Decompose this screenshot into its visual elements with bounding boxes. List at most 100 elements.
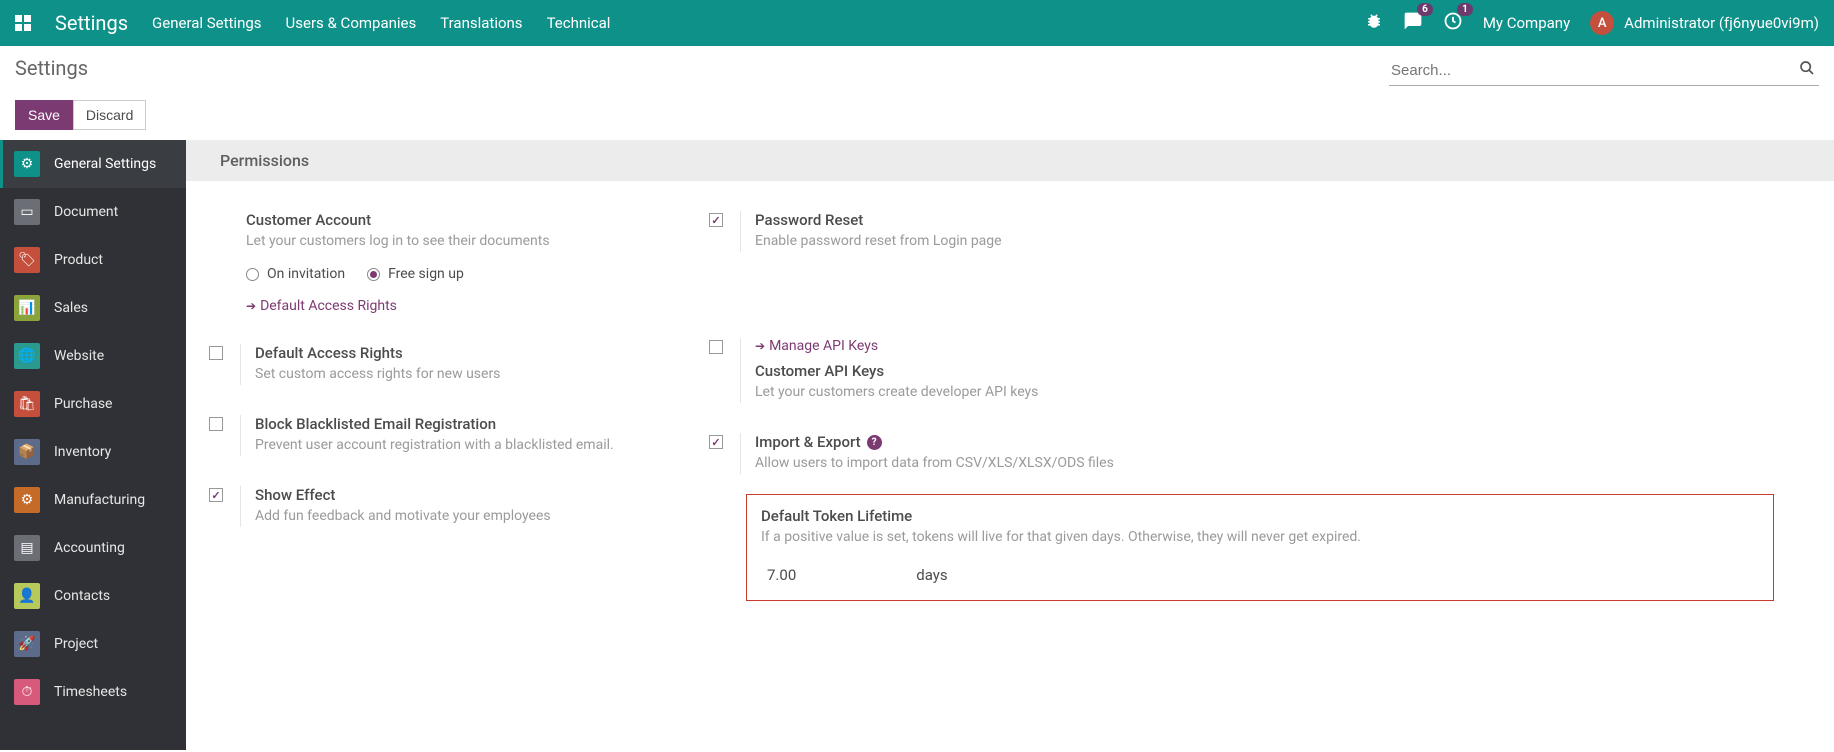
clock-icon: ⏱ [14, 679, 40, 705]
gear-icon: ⚙ [14, 151, 40, 177]
sidebar-item-manufacturing[interactable]: ⚙ Manufacturing [0, 476, 186, 524]
rocket-icon: 🚀 [14, 631, 40, 657]
help-icon[interactable]: ? [867, 435, 882, 450]
token-lifetime-value[interactable]: 7.00 [767, 566, 796, 584]
sidebar-item-label: Purchase [54, 396, 112, 412]
sidebar-item-label: Timesheets [54, 684, 127, 700]
app-brand[interactable]: Settings [55, 11, 128, 35]
user-label: Administrator (fj6nyue0vi9m) [1624, 14, 1819, 32]
sidebar-item-timesheets[interactable]: ⏱ Timesheets [0, 668, 186, 716]
page-title: Settings [15, 56, 88, 80]
sidebar-item-label: Website [54, 348, 104, 364]
sidebar-item-website[interactable]: 🌐 Website [0, 332, 186, 380]
checkbox-block-blacklisted[interactable] [209, 417, 223, 431]
sidebar-item-accounting[interactable]: ▤ Accounting [0, 524, 186, 572]
setting-title: Default Access Rights [255, 344, 666, 362]
setting-title: Customer Account [246, 211, 666, 229]
arrow-right-icon: ➔ [755, 339, 765, 353]
sidebar-item-label: Manufacturing [54, 492, 145, 508]
sidebar-item-label: Product [54, 252, 103, 268]
nav-general-settings[interactable]: General Settings [152, 14, 262, 32]
user-menu[interactable]: A Administrator (fj6nyue0vi9m) [1590, 11, 1819, 35]
setting-desc: Set custom access rights for new users [255, 364, 666, 385]
checkbox-password-reset[interactable] [709, 213, 723, 227]
section-header: Permissions [186, 140, 1834, 181]
checkbox-show-effect[interactable] [209, 488, 223, 502]
radio-icon [367, 268, 380, 281]
sidebar-item-label: General Settings [54, 156, 156, 172]
sidebar-item-label: Sales [54, 300, 88, 316]
sidebar-item-general-settings[interactable]: ⚙ General Settings [0, 140, 186, 188]
setting-desc: Allow users to import data from CSV/XLS/… [755, 453, 1814, 474]
radio-icon [246, 268, 259, 281]
sidebar-item-label: Inventory [54, 444, 111, 460]
setting-title: Default Token Lifetime [761, 507, 1759, 525]
token-lifetime-box: Default Token Lifetime If a positive val… [746, 494, 1774, 601]
nav-technical[interactable]: Technical [547, 14, 611, 32]
sidebar-item-project[interactable]: 🚀 Project [0, 620, 186, 668]
link-manage-api-keys[interactable]: ➔Manage API Keys [755, 338, 878, 354]
sidebar-item-purchase[interactable]: 🛍 Purchase [0, 380, 186, 428]
sidebar-item-label: Project [54, 636, 98, 652]
apps-icon[interactable] [15, 15, 31, 31]
navbar: Settings General Settings Users & Compan… [0, 0, 1834, 46]
setting-show-effect: Show Effect Add fun feedback and motivat… [186, 474, 686, 545]
chart-icon: 📊 [14, 295, 40, 321]
arrow-right-icon: ➔ [246, 299, 256, 313]
messages-badge: 6 [1417, 3, 1433, 16]
sidebar-item-inventory[interactable]: 📦 Inventory [0, 428, 186, 476]
radio-on-invitation[interactable]: On invitation [246, 266, 345, 282]
control-panel: Settings Save Discard [0, 46, 1834, 130]
setting-block-blacklisted: Block Blacklisted Email Registration Pre… [186, 403, 686, 474]
setting-api-keys: ➔Manage API Keys Customer API Keys Let y… [686, 326, 1834, 421]
wrench-icon: ⚙ [14, 487, 40, 513]
messages-icon[interactable]: 6 [1403, 11, 1423, 36]
company-selector[interactable]: My Company [1483, 14, 1570, 32]
table-icon: ▤ [14, 535, 40, 561]
token-lifetime-unit: days [916, 566, 947, 584]
search-icon[interactable] [1799, 60, 1815, 80]
nav-translations[interactable]: Translations [440, 14, 522, 32]
setting-title: Show Effect [255, 486, 666, 504]
checkbox-default-access[interactable] [209, 346, 223, 360]
setting-customer-account: Customer Account Let your customers log … [186, 199, 686, 332]
setting-import-export: Import & Export? Allow users to import d… [686, 421, 1834, 492]
setting-desc: If a positive value is set, tokens will … [761, 527, 1759, 548]
setting-title: Block Blacklisted Email Registration [255, 415, 666, 433]
tag-icon: 🏷 [14, 247, 40, 273]
activities-badge: 1 [1457, 3, 1473, 16]
setting-desc: Prevent user account registration with a… [255, 435, 666, 456]
setting-title: Password Reset [755, 211, 1814, 229]
globe-icon: 🌐 [14, 343, 40, 369]
radio-free-signup[interactable]: Free sign up [367, 266, 464, 282]
sidebar-item-sales[interactable]: 📊 Sales [0, 284, 186, 332]
box-icon: 📦 [14, 439, 40, 465]
activities-icon[interactable]: 1 [1443, 11, 1463, 36]
checkbox-api-keys[interactable] [709, 340, 723, 354]
settings-sidebar: ⚙ General Settings ▭Document 🏷 Product 📊 Sa… [0, 140, 186, 750]
sidebar-item-product[interactable]: 🏷 Product [0, 236, 186, 284]
setting-title: Import & Export? [755, 433, 1814, 451]
discard-button[interactable]: Discard [73, 100, 146, 130]
sidebar-item-contacts[interactable]: 👤 Contacts [0, 572, 186, 620]
setting-desc: Add fun feedback and motivate your emplo… [255, 506, 666, 527]
person-icon: 👤 [14, 583, 40, 609]
avatar: A [1590, 11, 1614, 35]
setting-desc: Let your customers log in to see their d… [246, 231, 666, 252]
save-button[interactable]: Save [15, 100, 73, 130]
sidebar-item-label: Contacts [54, 588, 110, 604]
setting-desc: Enable password reset from Login page [755, 231, 1814, 252]
checkbox-import-export[interactable] [709, 435, 723, 449]
nav-users-companies[interactable]: Users & Companies [286, 14, 417, 32]
sidebar-item-label: Document [54, 204, 118, 220]
sidebar-item-document[interactable]: ▭Document [0, 188, 186, 236]
sidebar-item-label: Accounting [54, 540, 125, 556]
setting-title: Customer API Keys [755, 362, 1814, 380]
bug-icon[interactable] [1365, 12, 1383, 35]
bag-icon: 🛍 [14, 391, 40, 417]
setting-password-reset: Password Reset Enable password reset fro… [686, 199, 1834, 270]
setting-default-access-rights: Default Access Rights Set custom access … [186, 332, 686, 403]
search-input[interactable] [1389, 56, 1819, 86]
link-default-access-rights[interactable]: ➔Default Access Rights [246, 298, 397, 314]
setting-default-token-lifetime: Default Token Lifetime If a positive val… [686, 492, 1834, 619]
